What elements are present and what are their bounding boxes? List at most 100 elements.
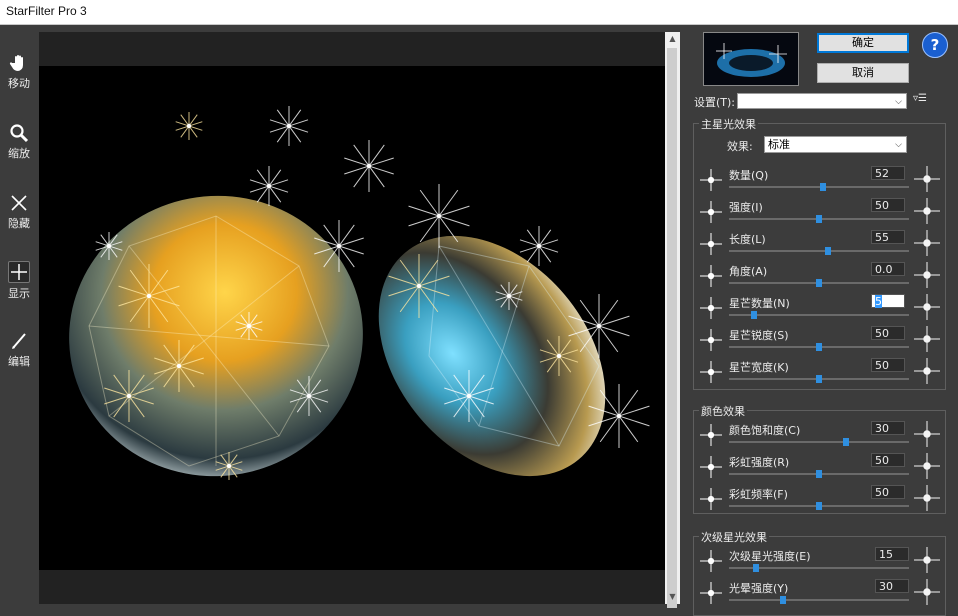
main_star-row-label: 数量(Q) [729,169,769,182]
settings-select[interactable]: ⌵ [737,93,907,109]
tool-show-label: 显示 [8,287,30,300]
main_star-row-label: 星芒宽度(K) [729,361,789,374]
star-result-icon [914,547,940,577]
main_star-row-value: 50 [875,327,889,340]
hand-icon [9,55,23,71]
star-result-icon [914,579,940,609]
main_star-row-slider[interactable] [729,250,909,252]
scroll-thumb[interactable] [667,48,677,608]
secondary_star-row-value-input[interactable]: 30 [875,579,909,593]
main_star-row-label: 星芒数量(N) [729,297,790,310]
thumbnail-preview[interactable] [703,32,799,86]
color_effect-row-label: 颜色饱和度(C) [729,424,801,437]
secondary_star-row-slider[interactable] [729,599,909,601]
star-preview-icon [700,456,722,482]
secondary-star-title: 次级星光效果 [699,529,769,545]
secondary_star-row-value: 15 [879,548,893,561]
star-result-icon [914,166,940,196]
tool-hide[interactable]: 隐藏 [0,193,38,231]
main_star-row-value: 50 [875,199,889,212]
color_effect-row-value-input[interactable]: 30 [871,421,905,435]
tool-edit-label: 编辑 [8,355,30,368]
main_star-row-label: 强度(I) [729,201,763,214]
tool-show[interactable]: 显示 [0,261,38,301]
main_star-row-value-input[interactable]: 50 [871,198,905,212]
title-bar: StarFilter Pro 3 [0,0,958,25]
main_star-row-value-input[interactable]: 55 [871,230,905,244]
star-result-icon [914,198,940,228]
tool-bar: 移动 缩放 隐藏 显示 编辑 [0,25,38,604]
star-result-icon [914,358,940,388]
tool-move-label: 移动 [8,77,30,90]
secondary_star-row-value: 30 [879,580,893,593]
chevron-down-icon: ⌵ [895,97,902,107]
color_effect-row-value-input[interactable]: 50 [871,485,905,499]
main_star-row-value-input[interactable]: 0.0 [871,262,905,276]
main_star-row-value-input[interactable]: 5 [871,294,905,308]
tool-move[interactable]: 移动 [0,53,38,91]
scroll-down-icon[interactable]: ▼ [665,590,680,604]
main_star-row-value-input[interactable]: 52 [871,166,905,180]
tool-zoom[interactable]: 缩放 [0,123,38,161]
preview-scrollbar[interactable]: ▲ ▼ [665,32,680,608]
window-title: StarFilter Pro 3 [6,4,87,18]
main_star-row-value: 55 [875,231,889,244]
star-result-icon [914,262,940,292]
settings-menu-icon[interactable]: ▿☰ [913,93,927,104]
main_star-row-value: 5 [875,295,882,308]
main_star-row-slider-handle[interactable] [816,343,822,351]
main_star-row-slider-handle[interactable] [816,375,822,383]
star-preview-icon [700,297,722,323]
scroll-up-icon[interactable]: ▲ [665,32,680,46]
main_star-row-slider-handle[interactable] [751,311,758,319]
main_star-row-value: 0.0 [875,263,893,276]
help-button[interactable]: ? [922,32,948,58]
main_star-row-slider-handle[interactable] [816,279,822,287]
sparkle [344,140,394,192]
main_star-row-value: 50 [875,359,889,372]
star-result-icon [914,421,940,451]
main_star-row-value-input[interactable]: 50 [871,326,905,340]
main_star-row-slider-handle[interactable] [819,183,826,191]
star-preview-icon [700,201,722,227]
preview-image [39,66,665,570]
secondary_star-row-slider-handle[interactable] [780,596,786,604]
main_star-row-label: 角度(A) [729,265,768,278]
color_effect-row-slider-handle[interactable] [816,502,822,510]
secondary_star-row-slider-handle[interactable] [753,564,759,572]
main_star-row-label: 星芒锐度(S) [729,329,789,342]
star-result-icon [914,230,940,260]
star-preview-icon [700,265,722,291]
tool-edit[interactable]: 编辑 [0,331,38,369]
sparkle [175,112,203,140]
color_effect-row-value-input[interactable]: 50 [871,453,905,467]
star-preview-icon [700,233,722,259]
cancel-button[interactable]: 取消 [817,63,909,83]
effect-value: 标准 [768,138,790,151]
main_star-row-slider-handle[interactable] [825,247,831,255]
color-effect-title: 颜色效果 [699,403,747,419]
preview-canvas[interactable] [39,32,665,604]
star-preview-icon [700,169,722,195]
effect-select[interactable]: 标准 ⌵ [764,136,907,153]
main_star-row-slider-handle[interactable] [816,215,822,223]
star-preview-icon [700,424,722,450]
settings-label: 设置(T): [694,96,736,109]
color_effect-row-slider[interactable] [729,441,909,443]
star-result-icon [914,485,940,515]
pencil-icon [12,333,26,349]
secondary_star-row-value-input[interactable]: 15 [875,547,909,561]
plus-grid-icon [8,261,30,283]
color_effect-row-slider-handle[interactable] [843,438,849,446]
color_effect-row-slider-handle[interactable] [816,470,822,478]
control-panel: 确定 取消 ? 设置(T): ⌵ ▿☰ 主星光效果 效果: 标准 ⌵ 数量(Q)… [681,25,958,616]
color_effect-row-value: 50 [875,486,889,499]
tool-zoom-label: 缩放 [8,147,30,160]
tool-hide-label: 隐藏 [8,217,30,230]
color_effect-row-value: 30 [875,422,889,435]
star-preview-icon [700,488,722,514]
secondary_star-row-label: 次级星光强度(E) [729,550,811,563]
ok-button[interactable]: 确定 [817,33,909,53]
main_star-row-value-input[interactable]: 50 [871,358,905,372]
star-preview-icon [700,582,722,608]
